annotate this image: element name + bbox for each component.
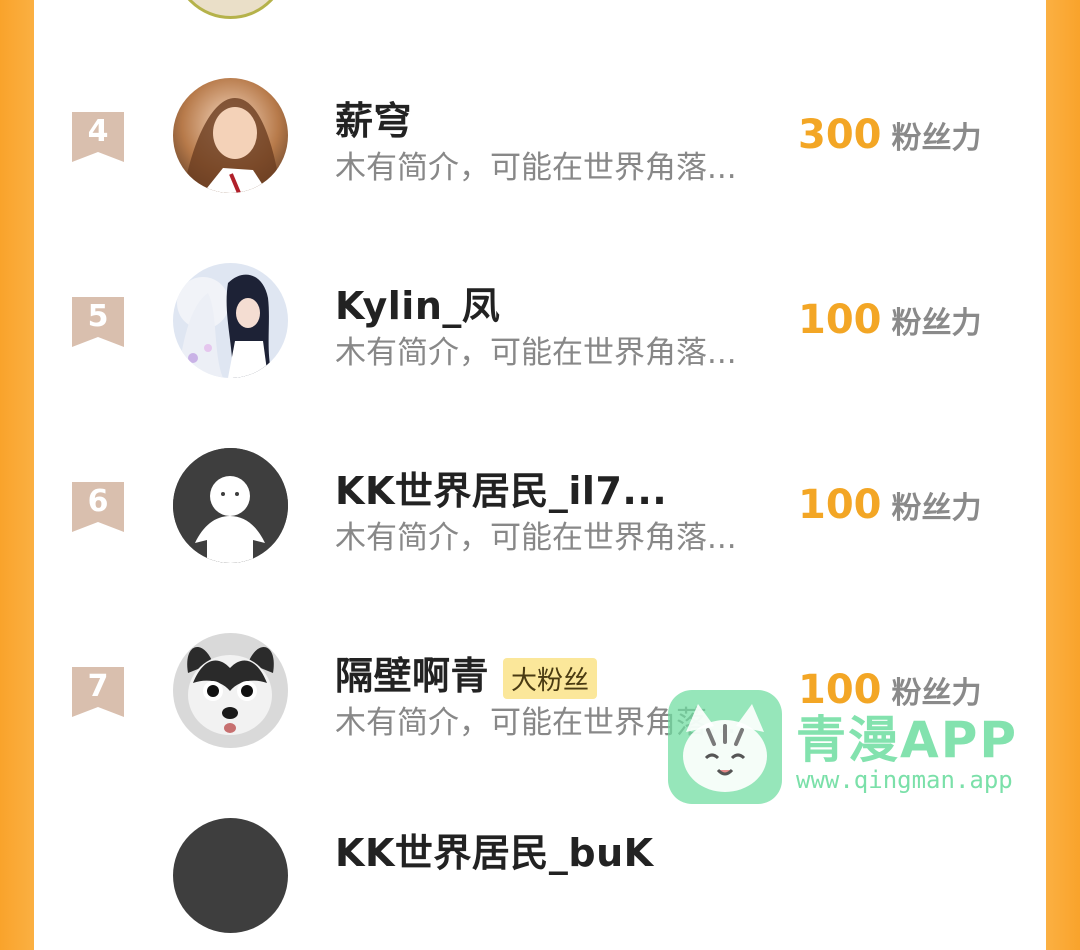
user-name[interactable]: Kylin_凤: [335, 275, 500, 330]
big-fan-badge: 大粉丝: [503, 658, 598, 699]
fans-power-label: 粉丝力: [891, 121, 982, 156]
user-intro: 木有简介，可能在世界角落...: [335, 520, 737, 556]
ranking-row[interactable]: KK世界居民_buK: [34, 800, 1046, 950]
watermark-title: 青漫APP: [796, 711, 1018, 769]
user-name-text[interactable]: 隔壁啊青: [335, 654, 489, 698]
user-name[interactable]: KK世界居民_il7...: [335, 460, 667, 515]
rank-badge: 6: [72, 482, 124, 532]
fans-power: 300 粉丝力: [798, 112, 982, 158]
rank-badge: 7: [72, 667, 124, 717]
watermark-url: www.qingman.app: [796, 766, 1013, 794]
avatar[interactable]: [173, 78, 288, 193]
rank-badge: 5: [72, 297, 124, 347]
user-intro: 木有简介，可能在世界角落...: [335, 335, 737, 371]
rank-badge: 4: [72, 112, 124, 162]
ranking-row[interactable]: 6 KK世界居民_il7... 木有简介，可能在世界角落... 100 粉丝力: [34, 430, 1046, 580]
avatar[interactable]: [173, 633, 288, 748]
fans-power-value: 100: [798, 297, 882, 343]
ranking-row[interactable]: 5 Kylin_凤 木有简介，可能在世界角落... 100 粉丝力: [34, 245, 1046, 395]
fans-power-value: 100: [798, 482, 882, 528]
fans-power-label: 粉丝力: [891, 306, 982, 341]
fans-power: 100 粉丝力: [798, 482, 982, 528]
avatar[interactable]: [173, 263, 288, 378]
user-intro: 木有简介，可能在世界角落...: [335, 150, 737, 186]
ranking-row[interactable]: 4 薪穹 木有简介，可能在世界角落... 300 粉丝力: [34, 60, 1046, 210]
default-avatar-icon[interactable]: [173, 448, 288, 563]
user-name[interactable]: KK世界居民_buK: [335, 822, 654, 877]
fans-power-label: 粉丝力: [891, 491, 982, 526]
default-avatar-icon[interactable]: [173, 818, 288, 933]
user-name[interactable]: 隔壁啊青 大粉丝: [335, 645, 598, 700]
user-name[interactable]: 薪穹: [335, 90, 412, 145]
fans-power: 100 粉丝力: [798, 297, 982, 343]
watermark-cat-icon: [668, 690, 782, 804]
fans-power-value: 300: [798, 112, 882, 158]
